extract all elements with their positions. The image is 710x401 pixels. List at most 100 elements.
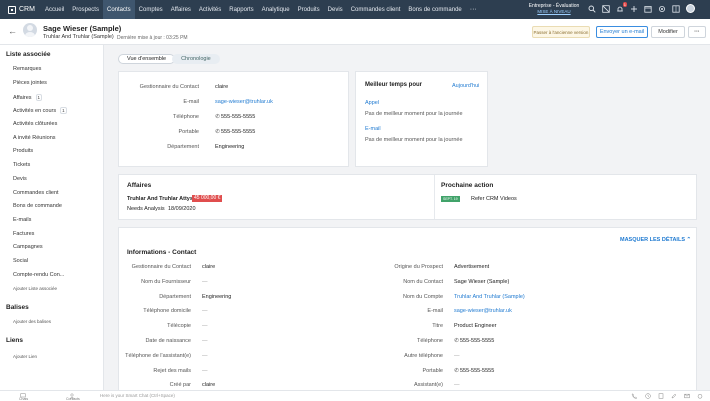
edit-button[interactable]: Modifier (651, 26, 685, 38)
smart-chat-input[interactable]: Here is your Smart Chat (Ctrl+Space) (100, 393, 175, 398)
add-icon[interactable] (630, 5, 638, 13)
calendar-icon[interactable] (644, 5, 652, 13)
next-action-title: Prochaine action (441, 182, 494, 189)
tab-timeline[interactable]: Chronologie (172, 54, 220, 64)
clock-icon[interactable] (645, 393, 651, 399)
nav-produits[interactable]: Produits (294, 0, 324, 19)
upgrade-link[interactable]: MISE À NIVEAU (524, 9, 584, 15)
field-value: — (202, 308, 208, 315)
mail-icon[interactable] (684, 393, 690, 399)
notifications-icon[interactable]: 1 (616, 1, 627, 13)
add-related-list-link[interactable]: Ajouter Liste associée (13, 286, 57, 291)
sidebar-item-bons-de-commande[interactable]: Bons de commande (13, 203, 62, 209)
field-value[interactable]: claire (202, 382, 215, 388)
next-action-date-badge: SEPT. 19 (441, 196, 460, 202)
feeds-icon[interactable] (602, 4, 610, 13)
nav-analytique[interactable]: Analytique (258, 0, 294, 19)
nav-more-button[interactable]: ··· (466, 6, 481, 13)
contact-info-card: MASQUER LES DÉTAILS ⌃ Informations - Con… (118, 227, 697, 390)
phone-value[interactable]: ✆555-555-5555 (215, 114, 255, 120)
sidebar-item-emails[interactable]: E-mails (13, 217, 31, 223)
edition-info: Entreprise - Évaluation MISE À NIVEAU (524, 3, 584, 15)
field-value[interactable]: Truhlar And Truhlar (Sample) (454, 294, 525, 300)
edit-icon[interactable] (671, 393, 677, 399)
back-arrow-icon[interactable]: ← (8, 26, 17, 36)
settings-icon[interactable] (658, 5, 666, 13)
nav-contacts[interactable]: Contacts (102, 0, 135, 19)
notes-icon[interactable] (658, 393, 664, 399)
sidebar-item-compte-rendu[interactable]: Compte-rendu Con... (13, 272, 64, 278)
nav-activites[interactable]: Activités (195, 0, 225, 19)
field-value: — (202, 278, 208, 285)
phone-number: 555-555-5555 (460, 338, 495, 344)
search-icon[interactable] (588, 5, 596, 13)
sidebar-item-label: Tickets (13, 162, 31, 168)
hide-details-label: MASQUER LES DÉTAILS (620, 237, 685, 243)
field-value: — (202, 323, 208, 330)
last-modified: Dernière mise à jour : 03:25 PM (117, 35, 188, 41)
deal-name[interactable]: Truhlar And Truhlar Attys (127, 196, 193, 202)
field-label: Département (167, 144, 199, 150)
field-value[interactable]: Engineering (202, 294, 231, 300)
sidebar-item-devis[interactable]: Devis (13, 176, 27, 182)
email-label: E-mail (365, 126, 381, 132)
field-value[interactable]: ✆555-555-5555 (454, 338, 494, 344)
sidebar-item-factures[interactable]: Factures (13, 231, 34, 237)
field-label: Téléphone (417, 338, 443, 344)
add-link-link[interactable]: Ajouter Lien (13, 354, 37, 359)
sidebar-item-label: Social (13, 258, 28, 264)
nav-accueil[interactable]: Accueil (41, 0, 68, 19)
sidebar-item-label: A invité Réunions (13, 135, 56, 141)
email-value[interactable]: sage-wieser@truhlar.uk (215, 99, 273, 105)
field-value[interactable]: sage-wieser@truhlar.uk (454, 308, 512, 314)
field-value[interactable]: claire (202, 264, 215, 270)
sidebar-item-commandes-client[interactable]: Commandes client (13, 190, 59, 196)
next-action-text[interactable]: Refer CRM Videos (471, 196, 517, 202)
nav-bons-de-commande[interactable]: Bons de commande (404, 0, 465, 19)
contacts-label: Contacts (66, 397, 80, 401)
sidebar-item-produits[interactable]: Produits (13, 148, 33, 154)
field-label: Nom du Compte (402, 293, 443, 300)
sidebar-item-affaires[interactable]: Affaires 1 (13, 94, 43, 101)
sidebar-item-reunions[interactable]: A invité Réunions (13, 135, 56, 141)
phone-icon: ✆ (454, 338, 459, 344)
sidebar-item-pieces-jointes[interactable]: Pièces jointes (13, 80, 47, 86)
field-value[interactable]: ✆555-555-5555 (454, 368, 494, 374)
old-version-button[interactable]: Passer à l'ancienne version (532, 26, 590, 38)
best-time-period[interactable]: Aujourd'hui (452, 83, 479, 89)
field-value[interactable]: Sage Wieser (Sample) (454, 279, 509, 285)
tab-overview[interactable]: Vue d'ensemble (118, 54, 176, 64)
apps-icon[interactable] (672, 4, 680, 13)
record-company: Truhlar And Truhlar (Sample) (43, 34, 114, 40)
sidebar-item-label: Campagnes (13, 244, 43, 250)
nav-affaires[interactable]: Affaires (167, 0, 195, 19)
hide-details-link[interactable]: MASQUER LES DÉTAILS ⌃ (620, 237, 691, 243)
sidebar-item-activites-cloturees[interactable]: Activités clôturées (13, 121, 57, 127)
field-label: Département (159, 293, 191, 300)
alarm-icon[interactable] (697, 393, 703, 399)
phone-icon[interactable] (631, 393, 637, 399)
field-label: Origine du Prospect (394, 264, 443, 270)
user-avatar[interactable] (686, 4, 695, 13)
bottom-bar: Chats Contacts Here is your Smart Chat (… (0, 390, 710, 401)
field-value[interactable]: Product Engineer (454, 323, 497, 329)
sidebar-item-social[interactable]: Social (13, 258, 28, 264)
deal-amount-badge: 45 000,00 € (192, 195, 223, 202)
crm-logo[interactable]: CRM (0, 5, 41, 14)
nav-prospects[interactable]: Prospects (68, 0, 103, 19)
nav-commandes-client[interactable]: Commandes client (347, 0, 405, 19)
more-actions-button[interactable]: ··· (688, 26, 706, 38)
send-email-button[interactable]: Envoyer un e-mail (596, 26, 648, 38)
add-tags-link[interactable]: Ajouter des balises (13, 319, 51, 324)
sidebar-item-tickets[interactable]: Tickets (13, 162, 30, 168)
sidebar-item-remarques[interactable]: Remarques (13, 66, 41, 72)
field-value[interactable]: Advertisement (454, 264, 489, 270)
sidebar-item-activites-en-cours[interactable]: Activités en cours 1 (13, 107, 67, 114)
nav-devis[interactable]: Devis (324, 0, 347, 19)
nav-comptes[interactable]: Comptes (135, 0, 167, 19)
field-label: Téléphone domicile (143, 308, 191, 315)
sidebar-item-campagnes[interactable]: Campagnes (13, 244, 43, 250)
brand-name: CRM (19, 6, 35, 13)
mobile-value[interactable]: ✆555-555-5555 (215, 129, 255, 135)
nav-rapports[interactable]: Rapports (225, 0, 257, 19)
